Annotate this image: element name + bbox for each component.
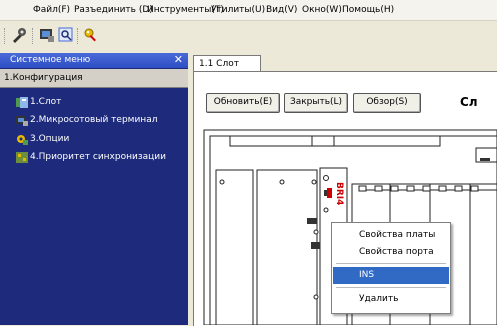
menu-item-ins[interactable]: INS	[333, 267, 449, 284]
menu-file[interactable]: Файл(F)	[33, 5, 70, 15]
menu-separator	[336, 263, 446, 264]
terminal-icon	[16, 116, 28, 126]
menu-separator-2	[336, 287, 446, 288]
menu-item-label: INS	[359, 270, 375, 280]
status-led	[327, 188, 332, 198]
sidebar-item-label: 1.Слот	[30, 97, 62, 107]
refresh-button-label: Обновить(Е)	[213, 97, 273, 107]
panel-title: Системное меню	[10, 55, 91, 65]
sidebar-item-label: 2.Микросотовый терминал	[30, 115, 158, 125]
menu-disconnect[interactable]: Разъединить (D)	[74, 5, 153, 15]
refresh-button[interactable]: Обновить(Е)	[206, 93, 280, 113]
menu-item-delete[interactable]: Удалить	[333, 291, 449, 308]
close-icon[interactable]: ✕	[174, 53, 183, 66]
config-icon[interactable]	[11, 27, 27, 43]
options-icon	[17, 135, 28, 145]
toolbar-grip[interactable]	[4, 28, 8, 44]
slot-frame-1	[215, 169, 254, 325]
menu-item-board-properties[interactable]: Свойства платы	[333, 227, 449, 244]
menu-item-label: Свойства порта	[359, 247, 434, 257]
menu-item-label: Свойства платы	[359, 230, 436, 240]
browse-button-label: Обзор(S)	[366, 97, 408, 107]
menu-help[interactable]: Помощь(H)	[342, 5, 394, 15]
sync-icon	[16, 152, 28, 163]
search-icon[interactable]	[58, 27, 74, 43]
panel-titlebar: Системное меню ✕	[0, 53, 188, 68]
toolbar-grip-2[interactable]	[32, 28, 36, 44]
close-button-label: Закрыть(L)	[289, 97, 343, 107]
key-icon[interactable]	[83, 27, 99, 43]
terminal-icon[interactable]	[39, 27, 55, 43]
menu-utilities[interactable]: Утилиты(U)	[211, 5, 265, 15]
page-heading: Сл	[460, 95, 478, 109]
slot-frame-2	[256, 169, 318, 325]
toolbar	[0, 21, 497, 51]
tab-slot[interactable]: 1.1 Слот	[193, 55, 261, 72]
menu-item-port-properties[interactable]: Свойства порта	[333, 244, 449, 261]
menu-window[interactable]: Окно(W)	[302, 5, 342, 15]
browse-button[interactable]: Обзор(S)	[353, 93, 421, 113]
toolbar-grip-3[interactable]	[77, 28, 81, 44]
section-label: 1.Конфигурация	[4, 73, 83, 83]
menu-view[interactable]: Вид(V)	[266, 5, 297, 15]
tab-label: 1.1 Слот	[199, 59, 239, 69]
section-header-configuration[interactable]: 1.Конфигурация	[0, 69, 188, 88]
context-menu: Свойства платы Свойства порта INS Удалит…	[331, 222, 451, 314]
menu-bar: Файл(F) Разъединить (D) Инструменты(T) У…	[0, 0, 497, 21]
board-label: BRI4	[334, 182, 344, 205]
slot-icon	[16, 97, 28, 108]
system-menu-panel: Системное меню ✕ 1.Конфигурация 1.Слот 2…	[0, 53, 188, 325]
sidebar-item-label: 4.Приоритет синхронизации	[30, 152, 166, 162]
chassis-top-rail	[229, 135, 441, 147]
menu-item-label: Удалить	[359, 294, 399, 304]
sidebar-item-label: 3.Опции	[30, 134, 70, 144]
close-button[interactable]: Закрыть(L)	[284, 93, 348, 113]
